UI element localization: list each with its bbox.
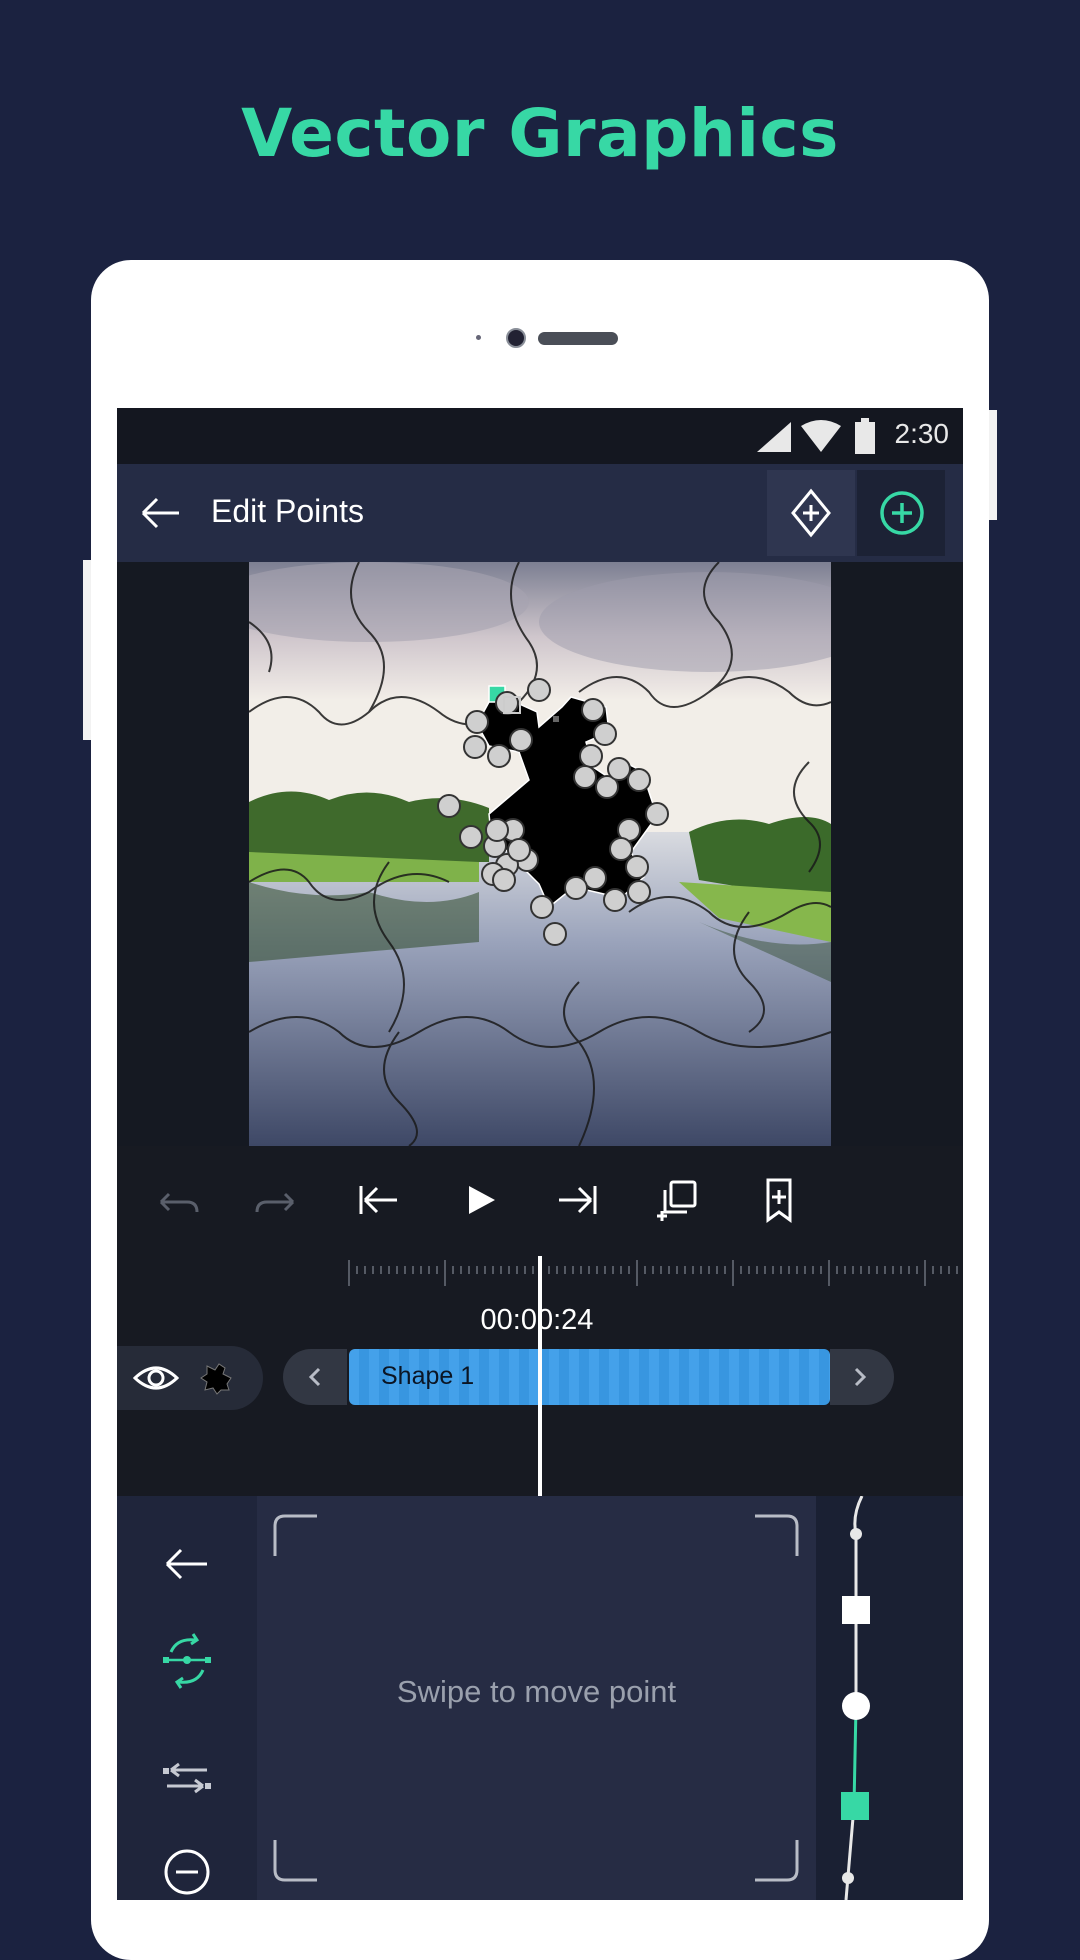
signal-icon xyxy=(757,422,791,452)
wifi-icon xyxy=(801,420,841,452)
keyframe-graph[interactable] xyxy=(816,1495,963,1900)
add-point-button[interactable] xyxy=(857,470,945,556)
add-point-icon xyxy=(880,491,924,535)
canvas-area[interactable] xyxy=(117,562,963,1146)
swap-icon[interactable] xyxy=(157,1748,217,1808)
layer-visibility-controls xyxy=(117,1346,263,1410)
duplicate-icon[interactable] xyxy=(649,1172,709,1228)
swipe-hint: Swipe to move point xyxy=(396,1674,677,1709)
battery-icon xyxy=(855,418,875,454)
front-camera xyxy=(506,328,526,348)
remove-point-icon[interactable] xyxy=(157,1842,217,1900)
back-arrow-icon[interactable] xyxy=(157,1534,217,1594)
jump-to-end-icon[interactable] xyxy=(549,1172,609,1228)
layer-track[interactable]: Shape 1 xyxy=(349,1349,830,1405)
app-screen: 2:30 Edit Points 00:00:24 Shape 1 Swipe … xyxy=(117,408,963,1900)
point-tools xyxy=(117,1496,257,1900)
bookmark-add-icon[interactable] xyxy=(749,1172,809,1228)
shape-mask-icon[interactable] xyxy=(199,1360,235,1396)
timeline[interactable]: 00:00:24 Shape 1 xyxy=(117,1256,963,1496)
point-edit-panel: Swipe to move point xyxy=(117,1495,963,1900)
chevron-left-icon xyxy=(308,1367,321,1387)
swipe-pad[interactable]: Swipe to move point xyxy=(257,1496,816,1900)
eye-icon[interactable] xyxy=(133,1360,179,1396)
play-icon[interactable] xyxy=(449,1172,509,1228)
undo-icon[interactable] xyxy=(147,1172,207,1228)
timecode: 00:00:24 xyxy=(480,1304,594,1336)
playback-toolbar xyxy=(117,1146,963,1256)
status-bar: 2:30 xyxy=(117,408,963,464)
phone-side-button xyxy=(83,560,91,740)
earpiece-speaker xyxy=(538,332,618,345)
previous-layer-button[interactable] xyxy=(283,1349,347,1405)
layer-label: Shape 1 xyxy=(381,1362,475,1390)
keyframe-curve xyxy=(841,1495,870,1900)
puzzle-landscape-image xyxy=(249,562,831,1146)
status-time: 2:30 xyxy=(894,418,950,449)
page-title: Edit Points xyxy=(211,493,364,529)
phone-side-button xyxy=(989,410,997,520)
playhead[interactable] xyxy=(538,1256,542,1496)
rotate-point-icon[interactable] xyxy=(157,1630,217,1690)
chevron-right-icon xyxy=(854,1367,867,1387)
next-layer-button[interactable] xyxy=(830,1349,894,1405)
redo-icon[interactable] xyxy=(247,1172,307,1228)
jump-to-start-icon[interactable] xyxy=(347,1172,407,1228)
sensor-dot xyxy=(476,335,481,340)
back-arrow-icon[interactable] xyxy=(135,488,185,538)
add-keyframe-button[interactable] xyxy=(767,470,855,556)
timeline-ruler xyxy=(348,1260,958,1286)
promo-title: Vector Graphics xyxy=(241,95,839,172)
add-keyframe-icon xyxy=(791,488,831,538)
app-bar: Edit Points xyxy=(117,464,963,562)
